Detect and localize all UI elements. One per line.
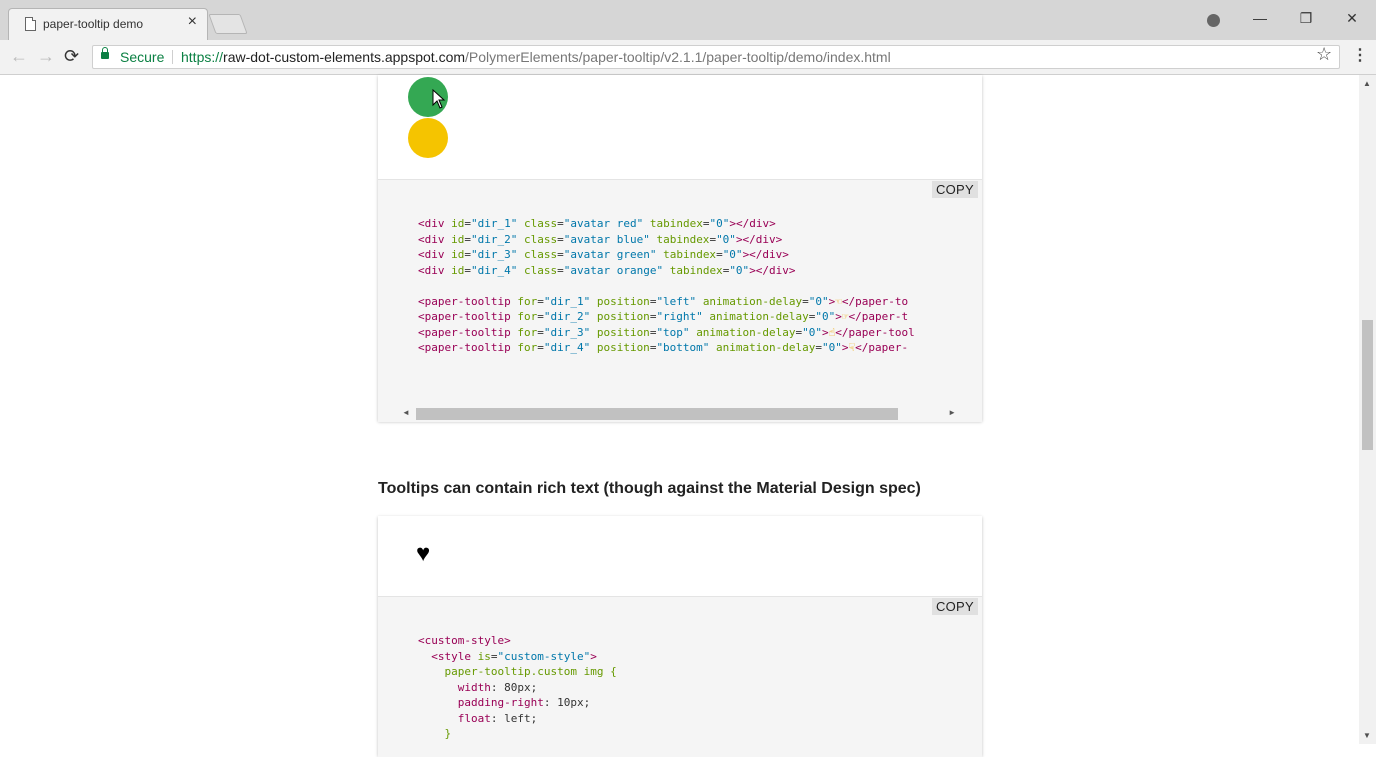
heart-icon[interactable]: ♥ [416,542,430,566]
scroll-thumb[interactable] [1362,320,1373,450]
url-path: /PolymerElements/paper-tooltip/v2.1.1/pa… [465,49,891,65]
url-text[interactable]: https://raw-dot-custom-elements.appspot.… [181,49,891,65]
browser-toolbar: ← → ⟳ Secure https://raw-dot-custom-elem… [0,40,1376,75]
demo-area [378,75,982,179]
bookmark-star-icon[interactable]: ☆ [1316,44,1332,65]
forward-button[interactable]: → [37,46,55,66]
demo-card-positions: COPY <div id="dir_1" class="avatar red" … [378,75,982,422]
horizontal-scrollbar[interactable]: ◄ ► [400,408,958,420]
profile-icon[interactable] [1207,14,1220,27]
scroll-up-icon[interactable]: ▲ [1363,79,1371,88]
scroll-right-icon[interactable]: ► [948,408,956,417]
demo-card-rich-text: COPY <custom-style> <style is="custom-st… [378,516,982,757]
address-bar[interactable]: Secure https://raw-dot-custom-elements.a… [92,45,1340,69]
reload-button[interactable]: ⟳ [64,46,79,66]
tab-title: paper-tooltip demo [43,17,144,31]
scroll-down-icon[interactable]: ▼ [1363,731,1371,740]
close-window-button[interactable]: ✕ [1342,10,1362,26]
secure-label: Secure [120,49,165,65]
avatar-orange[interactable] [408,118,448,158]
demo-area [378,516,982,596]
copy-button[interactable]: COPY [931,181,978,198]
page-scrollbar[interactable]: ▲ ▼ [1359,75,1376,744]
code-area: COPY <custom-style> <style is="custom-st… [378,596,982,757]
section-title: Tooltips can contain rich text (though a… [378,480,921,497]
browser-tab[interactable]: paper-tooltip demo × [8,8,208,40]
omnibox-divider [172,50,173,64]
tab-close-icon[interactable]: × [188,14,197,30]
scroll-left-icon[interactable]: ◄ [402,408,410,417]
title-bar: paper-tooltip demo × — ❐ ✕ [0,0,1376,40]
browser-menu-icon[interactable]: ⋮ [1352,45,1368,65]
document-icon [25,17,36,31]
code-snippet: <div id="dir_1" class="avatar red" tabin… [418,217,915,354]
url-host: raw-dot-custom-elements.appspot.com [223,49,466,65]
horizontal-scroll-thumb[interactable] [416,408,898,420]
code-snippet: <custom-style> <style is="custom-style">… [418,634,617,740]
copy-button[interactable]: COPY [931,598,978,615]
restore-button[interactable]: ❐ [1296,10,1316,26]
lock-icon [101,47,109,59]
url-scheme: https:// [181,49,224,65]
new-tab-button[interactable] [208,14,248,34]
minimize-button[interactable]: — [1250,10,1270,26]
cursor-icon [432,89,446,109]
back-button[interactable]: ← [10,46,28,66]
code-area: COPY <div id="dir_1" class="avatar red" … [378,179,982,422]
